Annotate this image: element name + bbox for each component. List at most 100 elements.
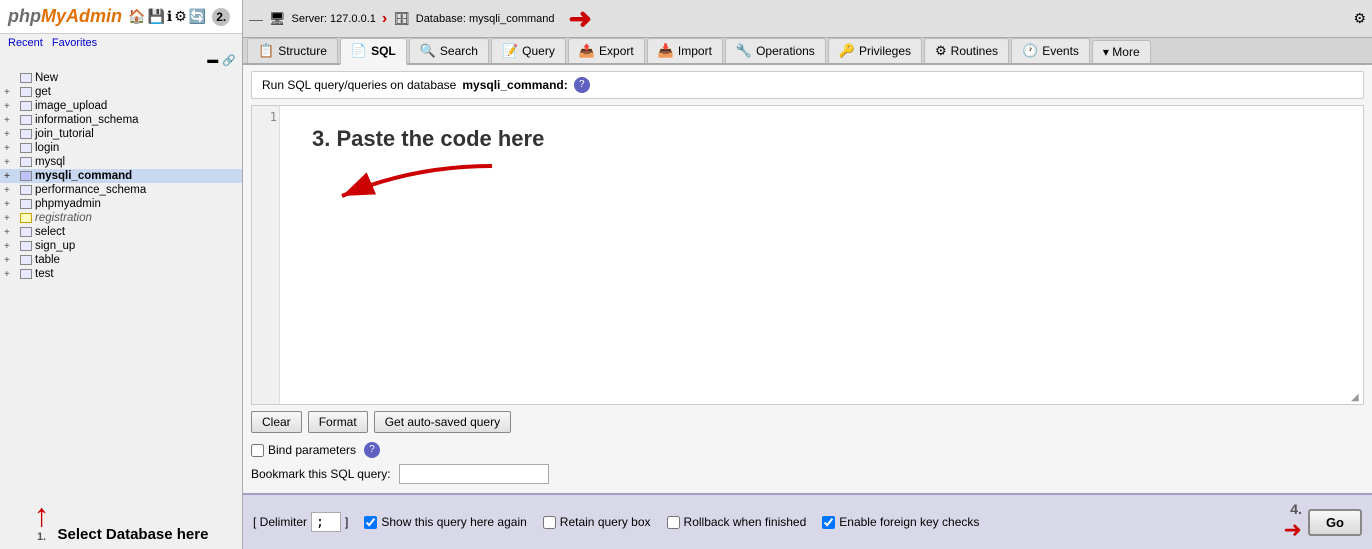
tab-search[interactable]: 🔍 Search: [409, 38, 489, 63]
db-item-image-upload[interactable]: + image_upload: [0, 99, 242, 113]
db-icon: [20, 185, 32, 195]
tab-query[interactable]: 📝 Query: [491, 38, 566, 63]
step4-section: 4. ➜ Go: [1284, 501, 1363, 543]
tab-structure[interactable]: 📋 Structure: [247, 38, 338, 63]
db-label: phpmyadmin: [35, 198, 101, 210]
clear-button[interactable]: Clear: [251, 411, 302, 433]
rollback-label[interactable]: Rollback when finished: [667, 515, 807, 529]
gear-settings-icon[interactable]: ⚙: [1353, 10, 1366, 27]
foreign-key-text: Enable foreign key checks: [839, 515, 979, 529]
bookmark-input[interactable]: [399, 464, 549, 484]
favorites-link[interactable]: Favorites: [52, 37, 97, 49]
bind-parameters-checkbox[interactable]: [251, 444, 264, 457]
new-database-item[interactable]: New: [0, 71, 242, 85]
tab-import[interactable]: 📥 Import: [647, 38, 723, 63]
options-row: Bind parameters ?: [251, 439, 1364, 461]
db-icon[interactable]: 💾: [147, 8, 164, 25]
new-db-icon: [20, 73, 32, 83]
line-numbers: 1: [252, 106, 280, 404]
expand-icon: +: [4, 199, 18, 210]
rollback-checkbox[interactable]: [667, 516, 680, 529]
db-tree: New + get + image_upload + information_s…: [0, 69, 242, 493]
format-button[interactable]: Format: [308, 411, 368, 433]
resize-handle[interactable]: ◢: [1351, 392, 1363, 404]
export-tab-icon: 📤: [579, 43, 595, 59]
bind-parameters-label[interactable]: Bind parameters: [251, 443, 356, 457]
sql-textarea[interactable]: [280, 106, 1363, 404]
bottom-bar: [ Delimiter ] Show this query here again…: [243, 493, 1372, 549]
db-label: mysql: [35, 156, 65, 168]
operations-tab-icon: 🔧: [736, 43, 752, 59]
db-label: image_upload: [35, 100, 107, 112]
query-help-icon[interactable]: ?: [574, 77, 590, 93]
tab-events[interactable]: 🕐 Events: [1011, 38, 1090, 63]
db-label: mysqli_command: [35, 170, 132, 182]
db-label: registration: [35, 212, 92, 224]
home-icon[interactable]: 🏠: [128, 8, 145, 25]
bind-parameters-text: Bind parameters: [268, 443, 356, 457]
server-label: Server: 127.0.0.1: [292, 13, 376, 25]
tab-query-label: Query: [522, 44, 555, 58]
expand-icon: +: [4, 87, 18, 98]
recent-link[interactable]: Recent: [8, 37, 43, 49]
step4-annotation: 4. ➜: [1284, 501, 1302, 543]
db-item-performance-schema[interactable]: + performance_schema: [0, 183, 242, 197]
retain-query-label[interactable]: Retain query box: [543, 515, 651, 529]
tab-routines[interactable]: ⚙ Routines: [924, 38, 1009, 63]
structure-tab-icon: 📋: [258, 43, 274, 59]
db-label: get: [35, 86, 51, 98]
db-item-mysql[interactable]: + mysql: [0, 155, 242, 169]
expand-icon: +: [4, 255, 18, 266]
sidebar-header: phpMyAdmin 🏠 💾 ℹ ⚙ 🔄 2.: [0, 0, 242, 34]
nav-links: Recent Favorites: [0, 34, 242, 52]
db-item-mysqli-command[interactable]: + mysqli_command: [0, 169, 242, 183]
db-label: select: [35, 226, 65, 238]
db-item-test[interactable]: + test: [0, 267, 242, 281]
autosave-button[interactable]: Get auto-saved query: [374, 411, 511, 433]
retain-query-checkbox[interactable]: [543, 516, 556, 529]
tab-sql[interactable]: 📄 SQL: [340, 38, 407, 65]
bind-help-icon[interactable]: ?: [364, 442, 380, 458]
app-logo: phpMyAdmin: [8, 6, 122, 27]
db-item-table[interactable]: + table: [0, 253, 242, 267]
delimiter-open-bracket: [ Delimiter: [253, 515, 307, 529]
db-item-phpmyadmin[interactable]: + phpmyadmin: [0, 197, 242, 211]
db-label: performance_schema: [35, 184, 146, 196]
db-item-registration[interactable]: + registration: [0, 211, 242, 225]
tab-privileges[interactable]: 🔑 Privileges: [828, 38, 922, 63]
db-icon: [20, 87, 32, 97]
tab-export[interactable]: 📤 Export: [568, 38, 645, 63]
tab-import-label: Import: [678, 44, 712, 58]
db-item-select[interactable]: + select: [0, 225, 242, 239]
delimiter-input[interactable]: [311, 512, 341, 532]
tab-more[interactable]: ▾ More: [1092, 40, 1151, 63]
go-button[interactable]: Go: [1308, 509, 1362, 536]
query-header: Run SQL query/queries on database mysqli…: [251, 71, 1364, 99]
events-tab-icon: 🕐: [1022, 43, 1038, 59]
show-query-label[interactable]: Show this query here again: [364, 515, 526, 529]
db-label: table: [35, 254, 60, 266]
minimize-button[interactable]: —: [249, 11, 263, 27]
db-item-information-schema[interactable]: + information_schema: [0, 113, 242, 127]
foreign-key-label[interactable]: Enable foreign key checks: [822, 515, 979, 529]
db-item-join-tutorial[interactable]: + join_tutorial: [0, 127, 242, 141]
foreign-key-checkbox[interactable]: [822, 516, 835, 529]
tab-operations[interactable]: 🔧 Operations: [725, 38, 826, 63]
settings-icon[interactable]: ⚙: [174, 8, 187, 25]
link-icon[interactable]: 🔗: [222, 54, 236, 67]
query-header-text: Run SQL query/queries on database: [262, 78, 456, 92]
tab-routines-label: Routines: [951, 44, 998, 58]
collapse-icon[interactable]: ▬: [207, 54, 218, 67]
refresh-icon[interactable]: 🔄: [189, 8, 206, 25]
db-item-login[interactable]: + login: [0, 141, 242, 155]
separator: ›: [382, 10, 387, 28]
query-header-db-name: mysqli_command:: [462, 78, 567, 92]
db-item-sign-up[interactable]: + sign_up: [0, 239, 242, 253]
info-icon[interactable]: ℹ: [167, 8, 172, 25]
db-item-get[interactable]: + get: [0, 85, 242, 99]
tab-export-label: Export: [599, 44, 634, 58]
step4-arrow-right: ➜: [1284, 517, 1302, 542]
pma-toolbar-icons: 🏠 💾 ℹ ⚙ 🔄: [128, 8, 206, 25]
sql-editor: 1 3. Paste the code here: [251, 105, 1364, 405]
show-query-checkbox[interactable]: [364, 516, 377, 529]
